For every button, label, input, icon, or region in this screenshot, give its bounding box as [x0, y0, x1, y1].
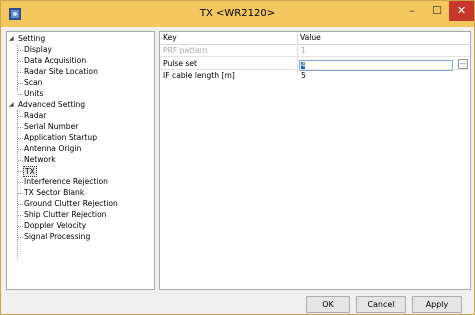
- tree-item-ship-clutter-rejection[interactable]: Ship Clutter Rejection: [24, 209, 106, 220]
- row-value-if-cable-length[interactable]: 5: [301, 70, 306, 81]
- minimize-button[interactable]: –: [399, 1, 425, 21]
- tree-connector: [18, 182, 23, 183]
- title-bar[interactable]: TX <WR2120> – ☐ ✕: [1, 1, 474, 27]
- tree-item-serial-number[interactable]: Serial Number: [24, 121, 78, 132]
- tree-item-doppler-velocity[interactable]: Doppler Velocity: [24, 220, 86, 231]
- tree-item-signal-processing[interactable]: Signal Processing: [24, 231, 90, 242]
- tree-connector: [18, 215, 23, 216]
- collapse-arrow-icon[interactable]: ◢: [9, 33, 17, 44]
- tree-connector: [18, 160, 23, 161]
- tree-item-network[interactable]: Network: [24, 154, 56, 165]
- tree-item-antenna-origin[interactable]: Antenna Origin: [24, 143, 81, 154]
- tree-item-ground-clutter-rejection[interactable]: Ground Clutter Rejection: [24, 198, 118, 209]
- tx-settings-window: TX <WR2120> – ☐ ✕ ◢ Setting Display Data…: [0, 0, 475, 315]
- pulse-set-value: 4: [301, 61, 306, 69]
- tree-connector: [18, 72, 23, 73]
- tree-item-interference-rejection[interactable]: Interference Rejection: [24, 176, 108, 187]
- tree-connector: [18, 61, 23, 62]
- maximize-button[interactable]: ☐: [424, 1, 450, 21]
- tree-connector: [18, 149, 23, 150]
- cancel-button[interactable]: Cancel: [356, 296, 406, 313]
- tree-item-display[interactable]: Display: [24, 44, 52, 55]
- row-divider: [160, 56, 470, 57]
- tree-item-radar-site-location[interactable]: Radar Site Location: [24, 66, 98, 77]
- tree-group-label: Advanced Setting: [18, 100, 86, 109]
- tree-item-radar[interactable]: Radar: [24, 110, 46, 121]
- property-grid[interactable]: Key Value PRF pattern 1 Pulse set 4 ... …: [159, 31, 471, 290]
- tree-connector: [18, 94, 23, 95]
- tree-item-scan[interactable]: Scan: [24, 77, 42, 88]
- close-button[interactable]: ✕: [449, 1, 474, 21]
- row-key-prf-pattern: PRF pattern: [163, 46, 208, 55]
- collapse-arrow-icon[interactable]: ◢: [9, 99, 17, 110]
- tree-group-label: Setting: [18, 34, 46, 43]
- tree-item-application-startup[interactable]: Application Startup: [24, 132, 97, 143]
- settings-tree[interactable]: ◢ Setting Display Data Acquisition Radar…: [6, 31, 155, 290]
- tree-connector: [18, 116, 23, 117]
- row-value-prf-pattern: 1: [301, 46, 306, 55]
- ok-button[interactable]: OK: [306, 296, 350, 313]
- tree-connector: [18, 237, 23, 238]
- tree-item-units[interactable]: Units: [24, 88, 43, 99]
- tree-connector: [18, 193, 23, 194]
- apply-button[interactable]: Apply: [412, 296, 462, 313]
- tree-connector: [18, 204, 23, 205]
- row-key-pulse-set: Pulse set: [163, 59, 198, 68]
- row-key-if-cable-length: IF cable length [m]: [163, 71, 235, 80]
- tree-item-data-acquisition[interactable]: Data Acquisition: [24, 55, 86, 66]
- value-column-header[interactable]: Value: [300, 32, 321, 43]
- tree-connector: [18, 127, 23, 128]
- tree-connector: [18, 83, 23, 84]
- tree-connector: [18, 138, 23, 139]
- tree-connector: [18, 50, 23, 51]
- tree-item-tx-sector-blank[interactable]: TX Sector Blank: [24, 187, 84, 198]
- tree-connector: [18, 226, 23, 227]
- grid-header: Key Value: [160, 32, 470, 45]
- key-column-header[interactable]: Key: [163, 32, 177, 43]
- pulse-set-ellipsis-button[interactable]: ...: [458, 59, 468, 69]
